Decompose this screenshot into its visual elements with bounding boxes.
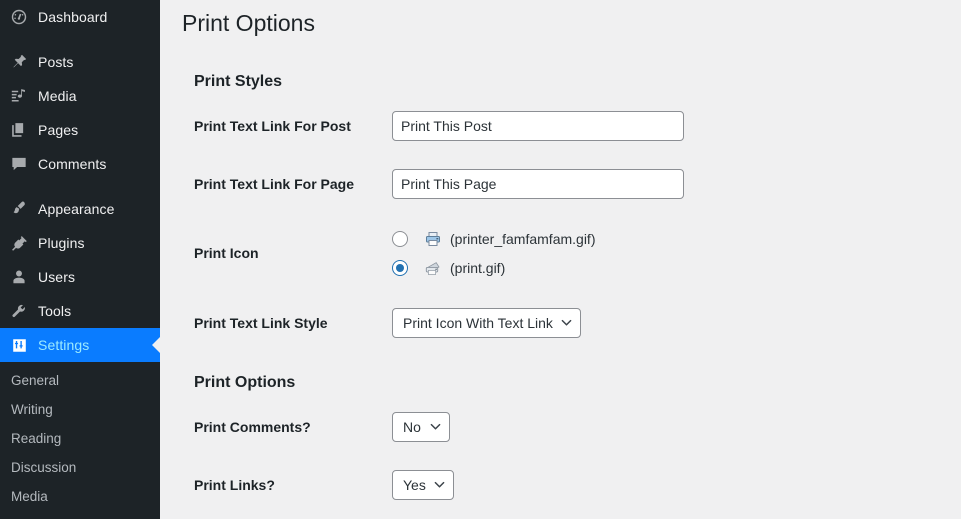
sidebar-item-tools[interactable]: Tools xyxy=(0,294,160,328)
comment-bubble-icon xyxy=(9,154,29,174)
print-comments-select[interactable]: No xyxy=(392,412,450,442)
field-cell: Print Icon With Text Link xyxy=(392,294,961,352)
sidebar-item-label: Settings xyxy=(38,338,89,352)
label-print-text-link-post: Print Text Link For Post xyxy=(182,97,392,155)
sidebar-item-label: Posts xyxy=(38,55,74,69)
label-print-comments: Print Comments? xyxy=(182,398,392,456)
menu-separator xyxy=(0,181,160,192)
print-text-link-style-select[interactable]: Print Icon With Text Link xyxy=(392,308,581,338)
field-cell xyxy=(392,155,961,213)
field-cell: No xyxy=(392,398,961,456)
submenu-item-media[interactable]: Media xyxy=(0,482,160,511)
radio-option-printer-famfamfam[interactable]: (printer_famfamfam.gif) xyxy=(392,227,951,251)
field-cell: (printer_famfamfam.gif) (pri xyxy=(392,213,961,294)
section-heading-row: Print Styles xyxy=(182,51,961,97)
sidebar-item-posts[interactable]: Posts xyxy=(0,45,160,79)
select-value: Yes xyxy=(403,477,426,493)
select-value: Print Icon With Text Link xyxy=(403,315,553,331)
wrench-icon xyxy=(9,301,29,321)
printer-gray-icon xyxy=(425,260,441,276)
current-item-arrow-icon xyxy=(152,336,160,354)
sidebar-item-label: Comments xyxy=(38,157,106,171)
radio-label-printer-famfamfam: (printer_famfamfam.gif) xyxy=(450,231,595,247)
label-print-links: Print Links? xyxy=(182,456,392,514)
sidebar-item-comments[interactable]: Comments xyxy=(0,147,160,181)
section-header-cell: Print Styles xyxy=(182,51,961,97)
settings-submenu: General Writing Reading Discussion Media xyxy=(0,362,160,519)
pages-stack-icon xyxy=(9,120,29,140)
radio-option-print-gif[interactable]: (print.gif) xyxy=(392,256,951,280)
field-row-text-link-post: Print Text Link For Post xyxy=(182,97,961,155)
sidebar-item-media[interactable]: Media xyxy=(0,79,160,113)
field-row-text-link-style: Print Text Link Style Print Icon With Te… xyxy=(182,294,961,352)
sidebar-item-label: Plugins xyxy=(38,236,85,250)
field-row-print-links: Print Links? Yes xyxy=(182,456,961,514)
section-heading-row: Print Options xyxy=(182,352,961,398)
admin-sidebar: Dashboard Posts Media Pages Comments App… xyxy=(0,0,160,519)
print-options-heading: Print Options xyxy=(194,374,951,392)
sidebar-item-plugins[interactable]: Plugins xyxy=(0,226,160,260)
sidebar-item-label: Appearance xyxy=(38,202,115,216)
main-content: Print Options Print Styles Print Text Li… xyxy=(160,0,961,519)
media-note-icon xyxy=(9,86,29,106)
sidebar-item-label: Users xyxy=(38,270,75,284)
sidebar-item-label: Pages xyxy=(38,123,78,137)
chevron-down-icon xyxy=(561,317,572,328)
radio-printer-famfamfam[interactable] xyxy=(392,231,408,247)
plug-icon xyxy=(9,233,29,253)
select-value: No xyxy=(403,419,421,435)
chevron-down-icon xyxy=(430,421,441,432)
print-links-select[interactable]: Yes xyxy=(392,470,454,500)
submenu-item-general[interactable]: General xyxy=(0,366,160,395)
sidebar-item-dashboard[interactable]: Dashboard xyxy=(0,0,160,34)
submenu-item-discussion[interactable]: Discussion xyxy=(0,453,160,482)
menu-separator xyxy=(0,34,160,45)
paintbrush-icon xyxy=(9,199,29,219)
field-cell xyxy=(392,97,961,155)
radio-print-gif[interactable] xyxy=(392,260,408,276)
submenu-item-reading[interactable]: Reading xyxy=(0,424,160,453)
page-title: Print Options xyxy=(182,0,961,51)
printer-blue-icon xyxy=(425,231,441,247)
print-text-link-page-input[interactable] xyxy=(392,169,684,199)
sidebar-item-pages[interactable]: Pages xyxy=(0,113,160,147)
label-print-text-link-style: Print Text Link Style xyxy=(182,294,392,352)
sidebar-item-appearance[interactable]: Appearance xyxy=(0,192,160,226)
print-text-link-post-input[interactable] xyxy=(392,111,684,141)
submenu-item-writing[interactable]: Writing xyxy=(0,395,160,424)
dashboard-gauge-icon xyxy=(9,7,29,27)
sidebar-item-settings[interactable]: Settings xyxy=(0,328,160,362)
field-row-text-link-page: Print Text Link For Page xyxy=(182,155,961,213)
field-row-print-comments: Print Comments? No xyxy=(182,398,961,456)
label-print-icon: Print Icon xyxy=(182,213,392,294)
section-header-cell: Print Options xyxy=(182,352,961,398)
print-styles-heading: Print Styles xyxy=(194,73,951,91)
settings-sliders-icon xyxy=(9,335,29,355)
sidebar-item-label: Media xyxy=(38,89,77,103)
user-icon xyxy=(9,267,29,287)
pushpin-icon xyxy=(9,52,29,72)
label-print-text-link-page: Print Text Link For Page xyxy=(182,155,392,213)
radio-label-print-gif: (print.gif) xyxy=(450,260,505,276)
sidebar-item-label: Dashboard xyxy=(38,10,107,24)
chevron-down-icon xyxy=(434,479,445,490)
field-row-print-icon: Print Icon (printer_famfamfam. xyxy=(182,213,961,294)
field-cell: Yes xyxy=(392,456,961,514)
settings-form-table: Print Styles Print Text Link For Post Pr… xyxy=(182,51,961,514)
sidebar-item-users[interactable]: Users xyxy=(0,260,160,294)
sidebar-item-label: Tools xyxy=(38,304,71,318)
